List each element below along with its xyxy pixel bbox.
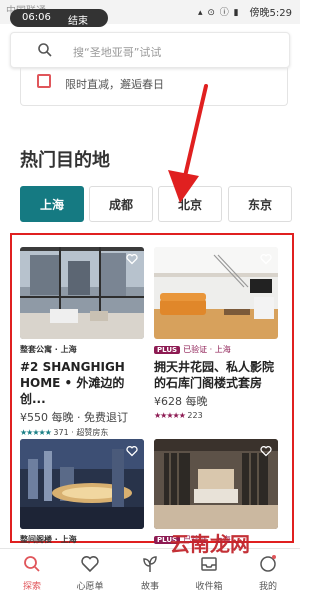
listing-type: PLUS 已验证 · 上海 <box>154 344 278 355</box>
promo-banner[interactable]: 限时直减，邂逅春日 <box>20 68 288 106</box>
listing-photo[interactable] <box>20 439 144 529</box>
listing-rating: ★★★★★ 371 · 超赞房东 <box>20 427 144 438</box>
plus-badge: PLUS <box>154 346 181 354</box>
inbox-icon <box>201 557 217 571</box>
review-count: 223 <box>187 411 203 420</box>
call-timer: 06:06 <box>22 12 51 23</box>
search-icon <box>38 43 52 57</box>
call-indicator[interactable]: 06:06 结束 <box>10 9 108 27</box>
listing-price: ¥550 每晚 · 免费退订 <box>20 411 128 424</box>
search-icon <box>24 556 40 572</box>
watermark: 云南龙网 <box>170 532 250 556</box>
tab-shanghai[interactable]: 上海 <box>20 186 84 222</box>
heart-icon[interactable] <box>126 253 138 265</box>
tab-beijing[interactable]: 北京 <box>158 186 222 222</box>
status-clock: 傍晚5:29 <box>249 8 292 19</box>
section-title: 热门目的地 <box>20 150 110 171</box>
listing-photo[interactable] <box>154 439 278 529</box>
tab-tokyo[interactable]: 东京 <box>228 186 292 222</box>
heart-icon[interactable] <box>260 445 272 457</box>
listing-card[interactable]: 整间阁楼 · 上海 <box>20 439 144 545</box>
tab-chengdu[interactable]: 成都 <box>89 186 153 222</box>
listing-photo[interactable] <box>20 247 144 339</box>
star-rating: ★★★★★ <box>154 411 186 420</box>
listing-type: 整套公寓 · 上海 <box>20 345 77 354</box>
bottom-nav: 探索 心愿单 故事 收件箱 我的 <box>0 548 300 593</box>
profile-icon <box>260 555 276 572</box>
listing-type: 整间阁楼 · 上海 <box>20 535 77 544</box>
search-bar[interactable]: 搜“圣地亚哥”试试 <box>10 32 290 68</box>
heart-icon <box>81 556 99 573</box>
search-input[interactable]: 搜“圣地亚哥”试试 <box>73 44 161 60</box>
listing-rating: ★★★★★ 223 <box>154 411 278 420</box>
listing-title: #2 SHANGHIGH HOME • 外滩边的创... <box>20 360 125 406</box>
end-call-label[interactable]: 结束 <box>68 12 88 27</box>
listing-photo[interactable] <box>154 247 278 339</box>
nav-wishlist[interactable]: 心愿单 <box>62 549 118 593</box>
nav-explore[interactable]: 探索 <box>4 549 60 593</box>
story-icon <box>143 556 157 572</box>
listing-price: ¥628 每晚 <box>154 395 208 408</box>
heart-icon[interactable] <box>260 253 272 265</box>
listing-card[interactable]: PLUS 已验证 · 上海 拥天井花园、私人影院的石库门阁楼式套房 ¥628 每晚… <box>154 247 278 420</box>
heart-icon[interactable] <box>126 445 138 457</box>
status-icons: ▴ ⊙ ⓘ ▮ <box>198 8 240 18</box>
review-count: 371 <box>53 428 69 437</box>
calendar-icon <box>37 74 51 88</box>
superhost-label: · 超赞房东 <box>68 428 109 437</box>
listing-title: 拥天井花园、私人影院的石库门阁楼式套房 <box>154 360 275 390</box>
promo-text: 限时直减，邂逅春日 <box>65 78 164 91</box>
listing-card[interactable]: 整套公寓 · 上海 #2 SHANGHIGH HOME • 外滩边的创... ¥… <box>20 247 144 438</box>
star-rating: ★★★★★ <box>20 428 52 437</box>
